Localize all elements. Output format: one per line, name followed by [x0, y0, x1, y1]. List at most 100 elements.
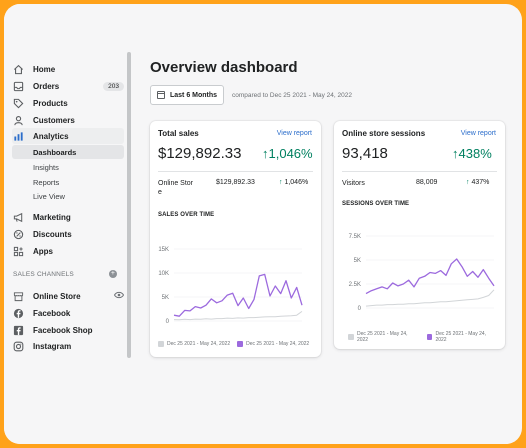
- sessions-chart: 7.5K 5K 2.5K 0: [349, 234, 495, 312]
- sidebar-subitem-live-view[interactable]: Live View: [12, 189, 124, 203]
- view-report-link[interactable]: View report: [277, 130, 312, 137]
- y-tick-label: 5K: [354, 258, 361, 264]
- breakdown-change-value: 437%: [471, 179, 490, 186]
- sales-channels-header: SALES CHANNELS +: [13, 268, 117, 280]
- sidebar-scrollbar[interactable]: [127, 52, 131, 358]
- legend-label: Dec 25 2021 - May 24, 2022: [356, 331, 408, 343]
- series-line-current: [173, 273, 303, 317]
- legend-item-current: Dec 25 2021 - May 24, 2022: [426, 331, 499, 343]
- breakdown-label-line2: e: [158, 189, 162, 196]
- legend-swatch: [158, 341, 164, 347]
- orders-icon: [12, 80, 24, 92]
- sidebar-subitem-insights[interactable]: Insights: [12, 160, 124, 174]
- add-channel-icon[interactable]: +: [109, 270, 117, 278]
- page-title: Overview dashboard: [150, 59, 298, 76]
- y-tick-label: 15K: [158, 247, 169, 253]
- main-content: Overview dashboard Last 6 Months compare…: [144, 4, 522, 444]
- sidebar-item-products[interactable]: Products: [12, 95, 124, 111]
- sales-chart: 15K 10K 5K 0: [158, 247, 303, 325]
- sidebar-subitem-reports[interactable]: Reports: [12, 175, 124, 189]
- chart-title: SESSIONS OVER TIME: [342, 201, 410, 207]
- legend-item-comparison: Dec 25 2021 - May 24, 2022: [158, 341, 230, 347]
- date-range-button[interactable]: Last 6 Months: [150, 85, 225, 105]
- breakdown-value: $129,892.33: [216, 179, 255, 186]
- card-title: Total sales: [158, 129, 199, 138]
- breakdown-value: 88,009: [416, 179, 438, 186]
- chart-legend: Dec 25 2021 - May 24, 2022 Dec 25 2021 -…: [348, 331, 505, 343]
- sidebar-item-customers[interactable]: Customers: [12, 112, 124, 128]
- series-line-current: [365, 258, 495, 295]
- sidebar-item-marketing[interactable]: Marketing: [12, 209, 124, 225]
- sidebar-item-discounts[interactable]: Discounts: [12, 226, 124, 242]
- sessions-card: Online store sessions View report 93,418…: [334, 121, 505, 349]
- apps-icon: [12, 245, 24, 257]
- sidebar-item-label: Marketing: [33, 212, 71, 222]
- legend-label: Dec 25 2021 - May 24, 2022: [167, 341, 231, 347]
- facebook-shop-icon: [12, 324, 24, 336]
- sidebar: Home Orders 203 Products Customers Analy…: [4, 4, 126, 444]
- breakdown-change: ↑ 437%: [466, 179, 489, 186]
- y-tick-label: 0: [358, 306, 362, 312]
- total-sales-value: $129,892.33: [158, 145, 242, 162]
- total-sales-card: Total sales View report $129,892.33 ↑1,0…: [150, 121, 321, 357]
- change-value: 1,046%: [268, 146, 313, 161]
- orders-count-badge: 203: [103, 81, 124, 91]
- date-range-label: Last 6 Months: [170, 91, 218, 99]
- up-arrow-icon: ↑: [279, 179, 283, 186]
- y-tick-label: 2.5K: [349, 282, 361, 288]
- y-tick-label: 0: [166, 319, 170, 325]
- y-tick-label: 10K: [158, 271, 169, 277]
- eye-icon[interactable]: [113, 291, 125, 301]
- sidebar-item-analytics[interactable]: Analytics: [12, 128, 124, 144]
- app-frame: Home Orders 203 Products Customers Analy…: [4, 4, 522, 444]
- divider: [342, 171, 497, 172]
- chart-legend: Dec 25 2021 - May 24, 2022 Dec 25 2021 -…: [158, 341, 316, 347]
- sidebar-item-label: Apps: [33, 246, 53, 256]
- facebook-icon: [12, 307, 24, 319]
- sessions-change: ↑438%: [452, 146, 492, 161]
- sidebar-item-label: Products: [33, 98, 68, 108]
- card-title: Online store sessions: [342, 129, 426, 138]
- sidebar-item-label: Customers: [33, 115, 75, 125]
- sidebar-item-label: Facebook Shop: [33, 325, 93, 335]
- sidebar-item-online-store[interactable]: Online Store: [12, 288, 125, 304]
- breakdown-label-line1: Online Stor: [158, 180, 194, 187]
- breakdown-label: Visitors: [342, 180, 365, 187]
- instagram-icon: [12, 340, 24, 352]
- sidebar-item-label: Discounts: [33, 229, 72, 239]
- sidebar-item-label: Home: [33, 64, 56, 74]
- sidebar-item-facebook[interactable]: Facebook: [12, 305, 124, 321]
- sidebar-item-orders[interactable]: Orders 203: [12, 78, 124, 94]
- compare-text: compared to Dec 25 2021 - May 24, 2022: [232, 92, 352, 99]
- sidebar-item-label: Online Store: [33, 291, 81, 301]
- sidebar-item-instagram[interactable]: Instagram: [12, 338, 124, 354]
- sales-channels-label: SALES CHANNELS: [13, 270, 74, 278]
- discount-icon: [12, 228, 24, 240]
- sidebar-subitem-dashboards[interactable]: Dashboards: [12, 145, 124, 159]
- person-icon: [12, 114, 24, 126]
- y-tick-label: 5K: [162, 295, 169, 301]
- legend-swatch: [426, 334, 433, 340]
- view-report-link[interactable]: View report: [461, 130, 496, 137]
- legend-item-current: Dec 25 2021 - May 24, 2022: [237, 341, 309, 347]
- change-value: 438%: [458, 146, 492, 161]
- series-line-comparison: [365, 289, 495, 307]
- sidebar-item-apps[interactable]: Apps: [12, 243, 124, 259]
- home-icon: [12, 63, 24, 75]
- y-tick-label: 7.5K: [349, 234, 361, 240]
- sidebar-item-label: Instagram: [33, 341, 72, 351]
- series-line-comparison: [173, 310, 303, 321]
- sessions-value: 93,418: [342, 145, 388, 162]
- divider: [158, 171, 313, 172]
- bar-chart-icon: [12, 130, 24, 142]
- sidebar-item-home[interactable]: Home: [12, 61, 124, 77]
- breakdown-change: ↑ 1,046%: [279, 179, 308, 186]
- legend-label: Dec 25 2021 - May 24, 2022: [246, 341, 310, 347]
- calendar-icon: [157, 91, 165, 99]
- breakdown-label: Online Stor e: [158, 179, 193, 197]
- sidebar-item-label: Analytics: [33, 131, 69, 141]
- total-sales-change: ↑1,046%: [262, 146, 313, 161]
- sidebar-item-facebook-shop[interactable]: Facebook Shop: [12, 322, 124, 338]
- sidebar-item-label: Facebook: [33, 308, 71, 318]
- legend-label: Dec 25 2021 - May 24, 2022: [435, 331, 487, 343]
